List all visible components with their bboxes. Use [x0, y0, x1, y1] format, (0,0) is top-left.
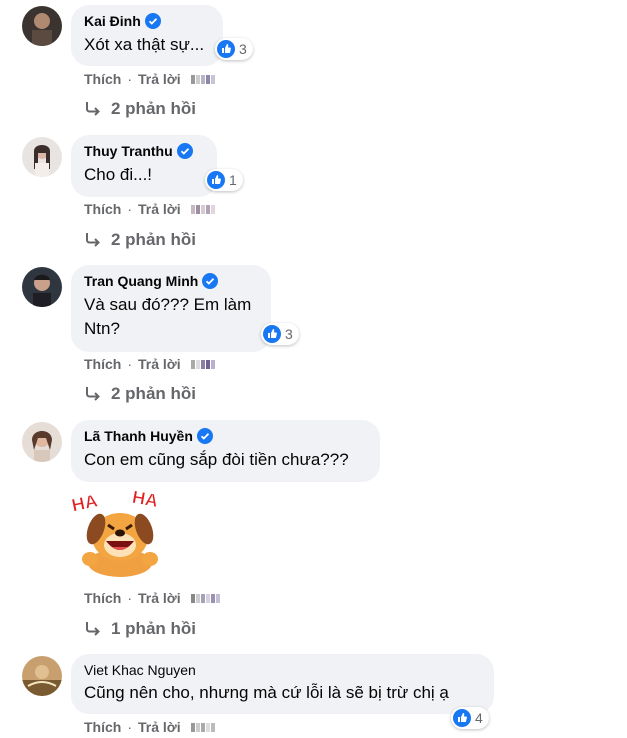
timestamp-blurred — [190, 74, 215, 84]
like-button[interactable]: Thích — [84, 590, 121, 606]
comment-bubble: Thuy Tranthu Cho đi...! — [71, 135, 217, 197]
reaction-number: 4 — [475, 710, 483, 726]
avatar[interactable] — [22, 656, 62, 696]
reply-arrow-icon — [86, 387, 100, 401]
replies-count: 2 phản hồi — [111, 230, 196, 249]
comment-bubble: Viet Khac Nguyen Cũng nên cho, nhưng mà … — [71, 654, 494, 714]
reaction-count[interactable]: 3 — [261, 323, 299, 345]
view-replies-button[interactable]: 1 phản hồi — [84, 618, 196, 640]
haha-dog-sticker[interactable]: HA HA — [70, 485, 170, 580]
reply-button[interactable]: Trả lời — [138, 356, 181, 372]
separator: · — [127, 356, 133, 372]
verified-icon — [176, 143, 193, 159]
like-icon — [263, 325, 281, 343]
comment-text: Cũng nên cho, nhưng mà cứ lỗi là sẽ bị t… — [84, 683, 449, 702]
like-button[interactable]: Thích — [84, 356, 121, 372]
reply-button[interactable]: Trả lời — [138, 201, 181, 217]
reaction-number: 3 — [285, 326, 293, 342]
view-replies-button[interactable]: 2 phản hồi — [84, 98, 196, 120]
replies-count: 1 phản hồi — [111, 619, 196, 638]
timestamp-blurred — [190, 204, 215, 214]
author-name[interactable]: Kai Đinh — [84, 12, 141, 30]
timestamp-blurred — [190, 359, 215, 369]
comment-bubble: Tran Quang Minh Và sau đó??? Em làm Ntn? — [71, 265, 271, 352]
separator: · — [127, 201, 133, 217]
view-replies-button[interactable]: 2 phản hồi — [84, 229, 196, 251]
comment-bubble: Lã Thanh Huyền Con em cũng sắp đòi tiền … — [71, 420, 380, 482]
author-name[interactable]: Tran Quang Minh — [84, 272, 198, 290]
reaction-count[interactable]: 4 — [451, 707, 489, 729]
comment-actions: Thích · Trả lời — [84, 200, 215, 218]
reply-button[interactable]: Trả lời — [138, 719, 181, 735]
replies-count: 2 phản hồi — [111, 99, 196, 118]
avatar[interactable] — [22, 137, 62, 177]
like-icon — [207, 171, 225, 189]
reaction-number: 1 — [229, 172, 237, 188]
like-button[interactable]: Thích — [84, 71, 121, 87]
verified-icon — [202, 273, 219, 289]
reaction-count[interactable]: 1 — [205, 169, 243, 191]
author-name[interactable]: Viet Khac Nguyen — [84, 661, 196, 679]
sticker-text-left: HA — [70, 491, 99, 516]
reaction-number: 3 — [239, 41, 247, 57]
like-icon — [217, 40, 235, 58]
reply-arrow-icon — [86, 102, 100, 116]
like-button[interactable]: Thích — [84, 719, 121, 735]
reply-button[interactable]: Trả lời — [138, 71, 181, 87]
comment-actions: Thích · Trả lời — [84, 589, 220, 607]
comment-actions: Thích · Trả lời — [84, 70, 215, 88]
author-name[interactable]: Thuy Tranthu — [84, 142, 173, 160]
reaction-count[interactable]: 3 — [215, 38, 253, 60]
view-replies-button[interactable]: 2 phản hồi — [84, 383, 196, 405]
avatar[interactable] — [22, 422, 62, 462]
timestamp-blurred — [190, 722, 215, 732]
avatar[interactable] — [22, 6, 62, 46]
like-button[interactable]: Thích — [84, 201, 121, 217]
comment-thread: Kai Đinh Xót xa thật sự... 3 Thích · Trả… — [0, 0, 627, 738]
separator: · — [127, 719, 133, 735]
reply-arrow-icon — [86, 233, 100, 247]
separator: · — [127, 71, 133, 87]
reply-button[interactable]: Trả lời — [138, 590, 181, 606]
comment-bubble: Kai Đinh Xót xa thật sự... — [71, 5, 223, 66]
comment-text: Con em cũng sắp đòi tiền chưa??? — [84, 450, 349, 469]
comment-text: Xót xa thật sự... — [84, 35, 205, 54]
avatar[interactable] — [22, 267, 62, 307]
comment-text: Và sau đó??? Em làm Ntn? — [84, 295, 252, 338]
like-icon — [453, 709, 471, 727]
replies-count: 2 phản hồi — [111, 384, 196, 403]
comment-text: Cho đi...! — [84, 165, 153, 184]
sticker-text-right: HA — [131, 487, 160, 511]
comment-actions: Thích · Trả lời — [84, 718, 215, 736]
separator: · — [127, 590, 133, 606]
comment-actions: Thích · Trả lời — [84, 355, 215, 373]
author-name[interactable]: Lã Thanh Huyền — [84, 427, 193, 445]
verified-icon — [144, 13, 161, 29]
reply-arrow-icon — [86, 622, 100, 636]
verified-icon — [196, 428, 213, 444]
timestamp-blurred — [190, 593, 220, 603]
